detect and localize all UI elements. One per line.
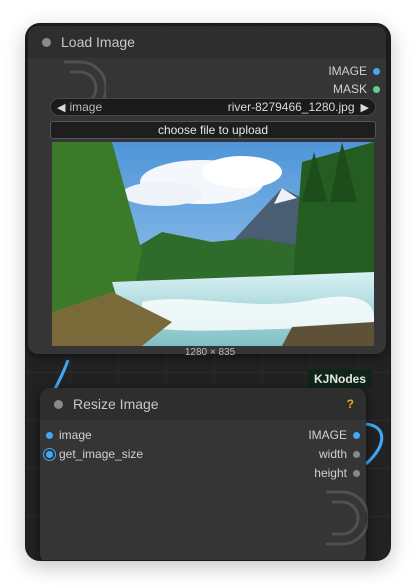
node-logo-icon xyxy=(326,490,368,546)
output-width[interactable]: width xyxy=(319,447,360,461)
resize-image-node[interactable]: Resize Image ? image get_image_size IMAG… xyxy=(40,388,368,560)
output-mask-socket[interactable] xyxy=(373,85,380,93)
resize-image-title-bar[interactable]: Resize Image ? xyxy=(40,388,366,420)
output-mask-label: MASK xyxy=(332,82,367,96)
input-get-image-size[interactable]: get_image_size xyxy=(46,447,143,461)
output-image[interactable]: IMAGE xyxy=(328,64,380,78)
upload-button[interactable]: choose file to upload xyxy=(50,121,376,139)
output-image-socket[interactable] xyxy=(353,431,360,439)
combo-value: river-8279466_1280.jpg xyxy=(227,100,355,114)
output-image-label: IMAGE xyxy=(328,64,367,78)
input-get-image-size-label: get_image_size xyxy=(59,447,144,461)
image-combo[interactable]: ◀ image river-8279466_1280.jpg ▶ xyxy=(50,98,376,116)
input-image-socket[interactable] xyxy=(46,431,53,439)
combo-prev-icon[interactable]: ◀ xyxy=(57,101,65,114)
load-image-node[interactable]: Load Image IMAGE MASK ◀ image river-8279… xyxy=(28,26,386,358)
output-width-label: width xyxy=(318,447,347,461)
combo-next-icon[interactable]: ▶ xyxy=(361,101,369,114)
output-image-label: IMAGE xyxy=(308,428,347,442)
output-width-socket[interactable] xyxy=(353,450,360,458)
combo-name: image xyxy=(69,100,103,114)
image-link-out xyxy=(364,422,384,466)
output-height-label: height xyxy=(314,466,347,480)
output-image-socket[interactable] xyxy=(373,67,380,75)
collapse-dot-icon[interactable] xyxy=(54,399,63,409)
kjnodes-badge: KJNodes xyxy=(308,369,373,389)
resize-image-title: Resize Image xyxy=(73,396,159,412)
image-preview xyxy=(52,142,374,346)
output-height[interactable]: height xyxy=(314,466,360,480)
output-mask[interactable]: MASK xyxy=(333,82,380,96)
image-dimensions: 1280 × 835 xyxy=(184,347,236,358)
output-height-socket[interactable] xyxy=(353,469,360,477)
input-image[interactable]: image xyxy=(46,428,92,442)
node-graph-canvas[interactable]: Load Image IMAGE MASK ◀ image river-8279… xyxy=(26,24,390,560)
output-image[interactable]: IMAGE xyxy=(308,428,360,442)
help-icon[interactable]: ? xyxy=(347,397,354,411)
collapse-dot-icon[interactable] xyxy=(42,37,51,47)
load-image-title-bar[interactable]: Load Image xyxy=(28,26,386,58)
input-image-label: image xyxy=(59,428,92,442)
input-get-image-size-socket[interactable] xyxy=(46,450,53,458)
load-image-title: Load Image xyxy=(61,34,135,50)
